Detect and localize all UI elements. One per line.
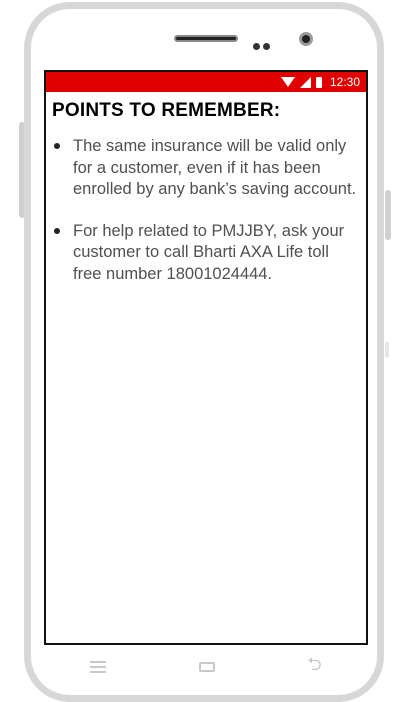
battery-icon — [315, 76, 322, 88]
bullet-icon — [54, 143, 60, 149]
phone-side-button-right — [385, 342, 389, 358]
menu-icon[interactable] — [90, 661, 107, 673]
list-item: For help related to PMJJBY, ask your cus… — [52, 221, 360, 286]
sensor-dot — [263, 43, 270, 50]
status-time: 12:30 — [329, 75, 360, 89]
list-item: The same insurance will be valid only fo… — [52, 136, 360, 201]
home-icon[interactable] — [198, 662, 215, 672]
status-icons: 12:30 — [280, 74, 360, 90]
point-text: For help related to PMJJBY, ask your cus… — [73, 221, 345, 283]
back-icon[interactable]: ⮌ — [307, 652, 321, 682]
bullet-icon — [54, 227, 60, 234]
main-content: POINTS TO REMEMBER: The same insurance w… — [52, 98, 360, 305]
phone-power-button — [385, 190, 391, 240]
phone-speaker — [174, 35, 238, 42]
signal-icon — [299, 76, 311, 88]
sensor-dot — [253, 43, 260, 50]
wifi-icon — [280, 77, 295, 87]
points-list: The same insurance will be valid only fo… — [52, 136, 360, 285]
status-bar: 12:30 — [46, 72, 366, 92]
point-text: The same insurance will be valid only fo… — [73, 137, 357, 198]
phone-screen: 12:30 POINTS TO REMEMBER: The same insur… — [44, 70, 368, 645]
navigation-bar: ⮌ — [44, 650, 368, 684]
phone-sensors — [253, 35, 273, 54]
page-title: POINTS TO REMEMBER: — [52, 100, 281, 121]
front-camera-icon — [299, 32, 313, 46]
